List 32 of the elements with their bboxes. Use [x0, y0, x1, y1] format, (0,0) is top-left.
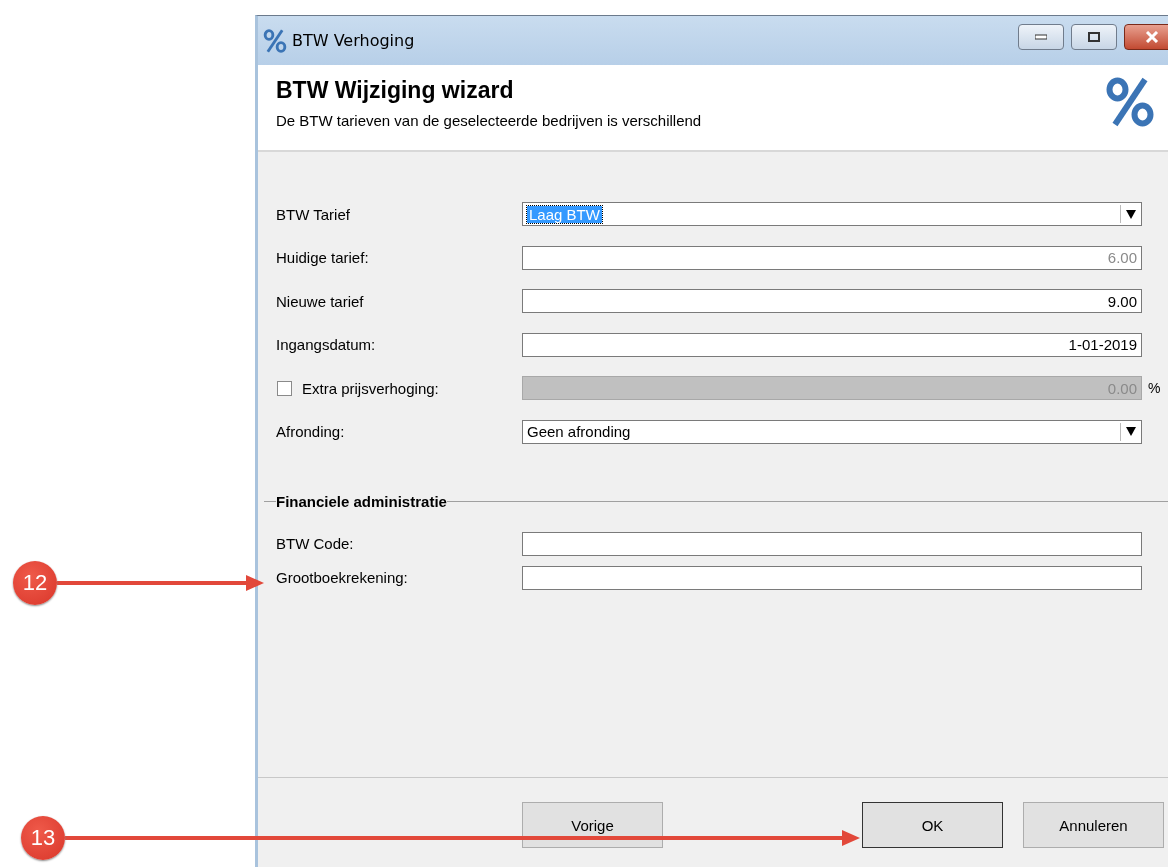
input-field[interactable]: [522, 565, 1142, 590]
dialog-button[interactable]: Vorige: [522, 802, 663, 848]
minimize-icon: [1035, 34, 1047, 40]
section-title: Financiele administratie: [276, 493, 447, 510]
field-label: Huidige tarief:: [276, 249, 369, 266]
field-label: Afronding:: [276, 423, 345, 440]
field-label: Ingangsdatum:: [276, 336, 376, 353]
wizard-title: BTW Wijziging wizard: [276, 77, 515, 104]
callout-badge: 12: [13, 561, 57, 605]
input-field[interactable]: [522, 531, 1142, 556]
input-field[interactable]: 1-01-2019: [522, 332, 1142, 357]
dialog-button[interactable]: OK: [862, 802, 1003, 848]
field-label: Nieuwe tarief: [276, 292, 364, 310]
close-button[interactable]: [1124, 24, 1168, 50]
close-icon: [1145, 31, 1159, 43]
unit-label: %: [1148, 380, 1161, 396]
wizard-subtitle: De BTW tarieven van de geselecteerde bedrijven is verschillend: [276, 112, 702, 129]
input-field[interactable]: 6.00: [522, 245, 1142, 270]
callout-badge: 13: [21, 816, 65, 860]
field-label: BTW Code:: [276, 535, 354, 552]
field-label: Extra prijsverhoging:: [302, 379, 439, 397]
dialog-button[interactable]: Annuleren: [1023, 802, 1164, 848]
minimize-button[interactable]: [1018, 24, 1064, 50]
maximize-button[interactable]: [1071, 24, 1117, 50]
percent-icon: [263, 28, 287, 53]
field-label: BTW Tarief: [276, 205, 350, 223]
dropdown[interactable]: Geen afronding: [522, 419, 1142, 444]
window-title: BTW Verhoging: [292, 31, 415, 50]
maximize-icon: [1088, 32, 1100, 42]
field-label: Grootboekrekening:: [276, 569, 408, 586]
percent-icon: [1105, 75, 1155, 129]
input-field[interactable]: 9.00: [522, 289, 1142, 313]
